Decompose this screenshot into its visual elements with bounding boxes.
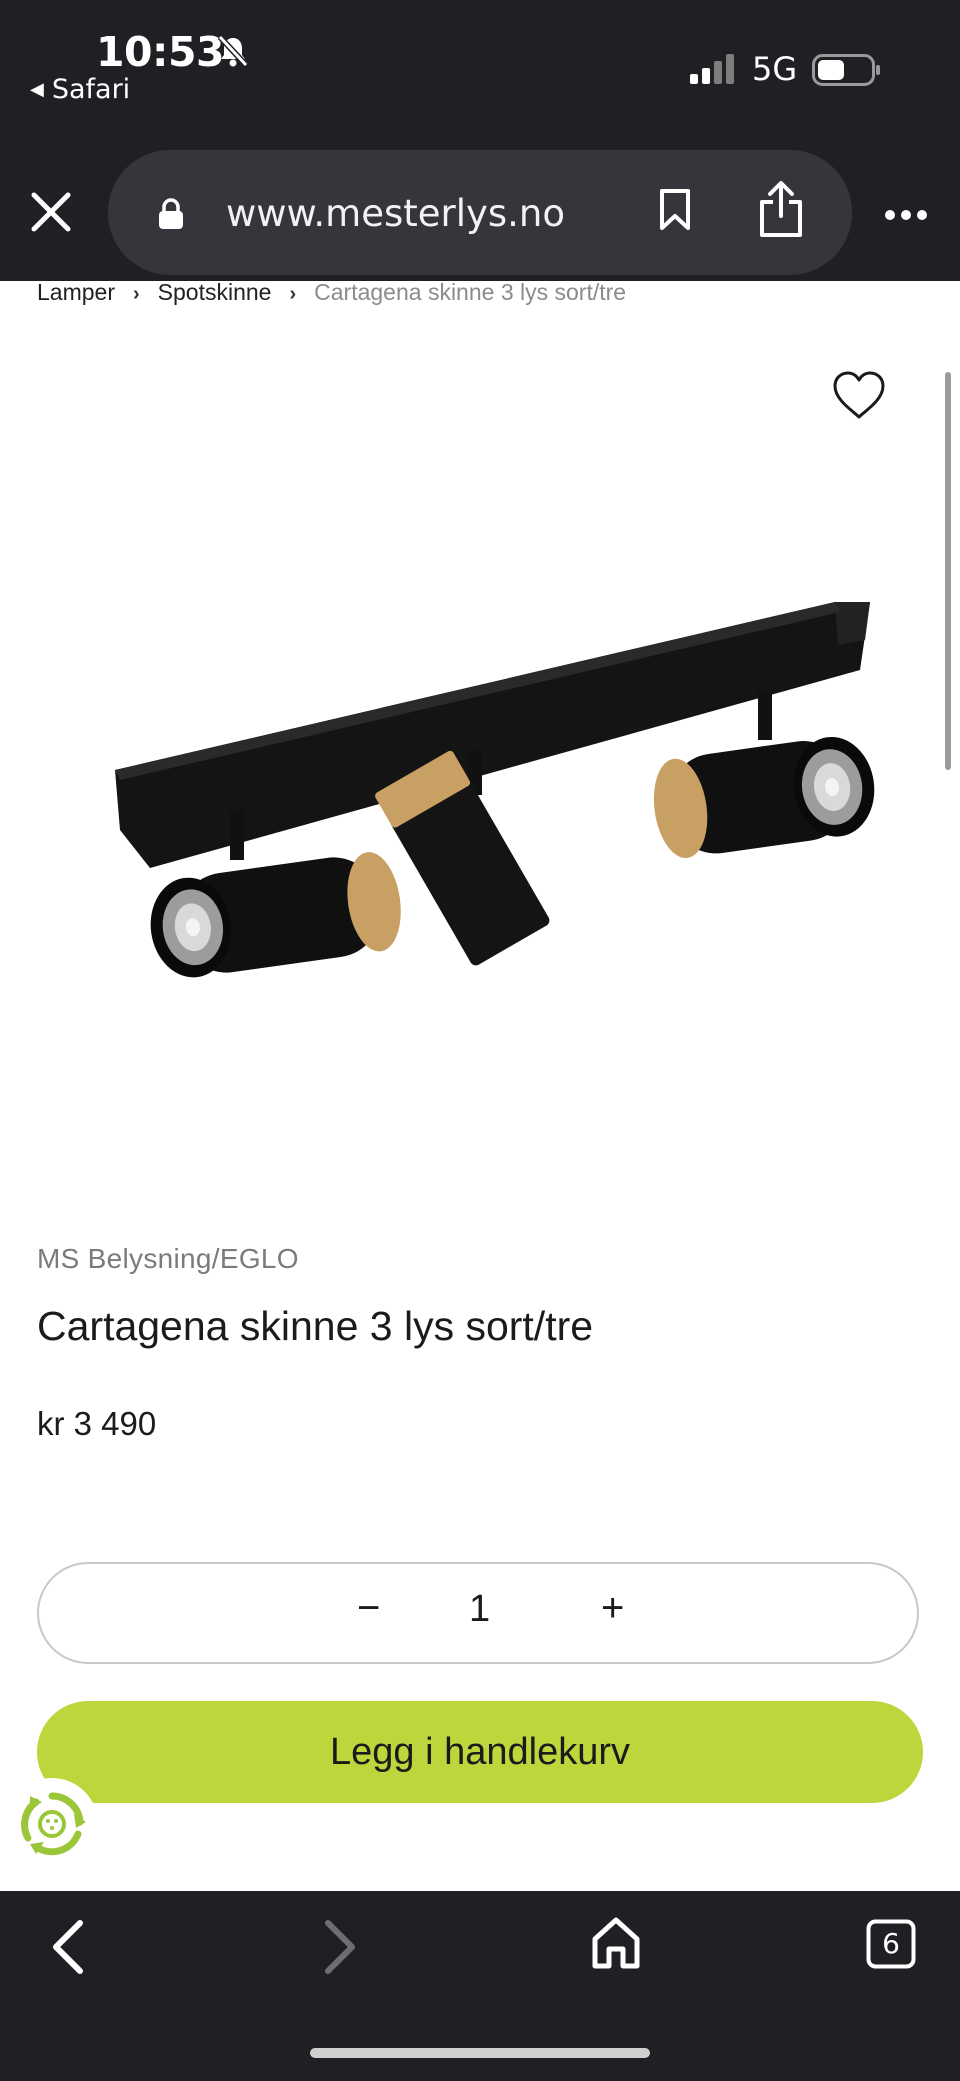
- breadcrumb-item-spotskinne[interactable]: Spotskinne: [158, 279, 272, 305]
- breadcrumb-current: Cartagena skinne 3 lys sort/tre: [314, 279, 627, 305]
- tabs-icon[interactable]: 6: [866, 1919, 916, 1974]
- lock-icon: [158, 198, 184, 235]
- browser-top-bar: 10:53 ◀ Safari 5G www.mesterlys.no: [0, 0, 960, 281]
- product-brand[interactable]: MS Belysning/EGLO: [37, 1243, 299, 1275]
- back-icon[interactable]: [48, 1917, 88, 1982]
- address-bar[interactable]: www.mesterlys.no: [108, 150, 852, 275]
- close-icon[interactable]: [30, 191, 72, 238]
- breadcrumb: Lamper › Spotskinne › Cartagena skinne 3 lys…: [37, 279, 626, 306]
- quantity-stepper: − 1 +: [37, 1562, 919, 1664]
- product-price: kr 3 490: [37, 1405, 157, 1442]
- bell-slash-icon: [216, 34, 250, 73]
- home-indicator[interactable]: [310, 2048, 650, 2058]
- share-icon[interactable]: [758, 180, 804, 243]
- tabs-count: 6: [882, 1927, 900, 1960]
- heart-icon[interactable]: [831, 369, 887, 426]
- back-triangle-icon: ◀: [30, 79, 44, 100]
- signal-icon: [690, 54, 738, 89]
- forward-icon[interactable]: [320, 1917, 360, 1982]
- home-icon[interactable]: [590, 1915, 642, 1976]
- recycle-badge[interactable]: [6, 1778, 98, 1870]
- breadcrumb-item-lamper[interactable]: Lamper: [37, 279, 115, 305]
- battery-icon: [812, 54, 882, 91]
- network-type: 5G: [752, 50, 798, 88]
- back-to-app-link[interactable]: ◀ Safari: [30, 74, 130, 105]
- quantity-decrease-button[interactable]: −: [357, 1586, 380, 1631]
- status-time: 10:53: [96, 28, 225, 76]
- chevron-right-icon: ›: [132, 283, 140, 305]
- quantity-input[interactable]: 1: [469, 1588, 490, 1631]
- bookmark-icon[interactable]: [658, 188, 692, 237]
- product-title: Cartagena skinne 3 lys sort/tre: [37, 1303, 594, 1349]
- product-image[interactable]: [100, 590, 880, 995]
- more-icon[interactable]: [884, 208, 928, 226]
- url-text: www.mesterlys.no: [226, 192, 566, 235]
- quantity-increase-button[interactable]: +: [601, 1586, 624, 1631]
- add-to-cart-button[interactable]: Legg i handlekurv: [37, 1701, 923, 1803]
- chevron-right-icon: ›: [289, 283, 297, 305]
- back-app-label: Safari: [51, 74, 131, 105]
- browser-bottom-bar: 6: [0, 1891, 960, 2081]
- scrollbar[interactable]: [945, 372, 951, 770]
